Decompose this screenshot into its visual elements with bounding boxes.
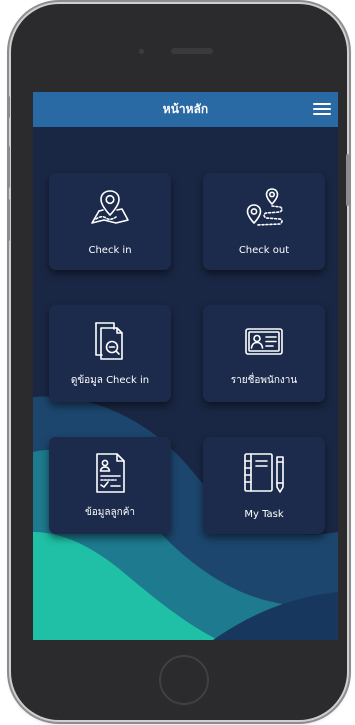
side-button xyxy=(7,96,10,118)
top-bar: หน้าหลัก xyxy=(33,92,338,127)
customer-info-tile[interactable]: ข้อมูลลูกค้า xyxy=(49,437,171,534)
check-out-tile[interactable]: Check out xyxy=(203,173,325,270)
map-location-icon xyxy=(91,190,129,224)
app-screen: หน้าหลัก Check in Check out ดูข้อมูล Che… xyxy=(33,92,338,640)
id-card-icon xyxy=(245,328,283,355)
power-button xyxy=(346,154,349,206)
document-search-icon xyxy=(95,322,123,360)
volume-up-button xyxy=(7,146,10,188)
view-check-in-tile[interactable]: ดูข้อมูล Check in xyxy=(49,305,171,402)
check-in-tile[interactable]: Check in xyxy=(49,173,171,270)
home-button[interactable] xyxy=(159,655,209,705)
notebook-pencil-icon xyxy=(244,453,284,493)
tile-label: My Task xyxy=(244,509,284,520)
volume-down-button xyxy=(7,199,10,241)
hamburger-menu-icon[interactable] xyxy=(313,102,331,117)
tile-label: ข้อมูลลูกค้า xyxy=(84,507,136,518)
tile-label: Check in xyxy=(88,245,132,256)
tile-label: รายชื่อพนักงาน xyxy=(230,375,298,386)
tile-label: Check out xyxy=(238,245,290,256)
tile-label: ดูข้อมูล Check in xyxy=(70,375,150,386)
earpiece-speaker xyxy=(171,48,213,54)
page-title: หน้าหลัก xyxy=(162,102,209,116)
route-path-icon xyxy=(246,188,283,226)
employee-list-tile[interactable]: รายชื่อพนักงาน xyxy=(203,305,325,402)
front-camera xyxy=(139,49,144,54)
customer-document-icon xyxy=(96,453,125,493)
my-task-tile[interactable]: My Task xyxy=(203,437,325,534)
